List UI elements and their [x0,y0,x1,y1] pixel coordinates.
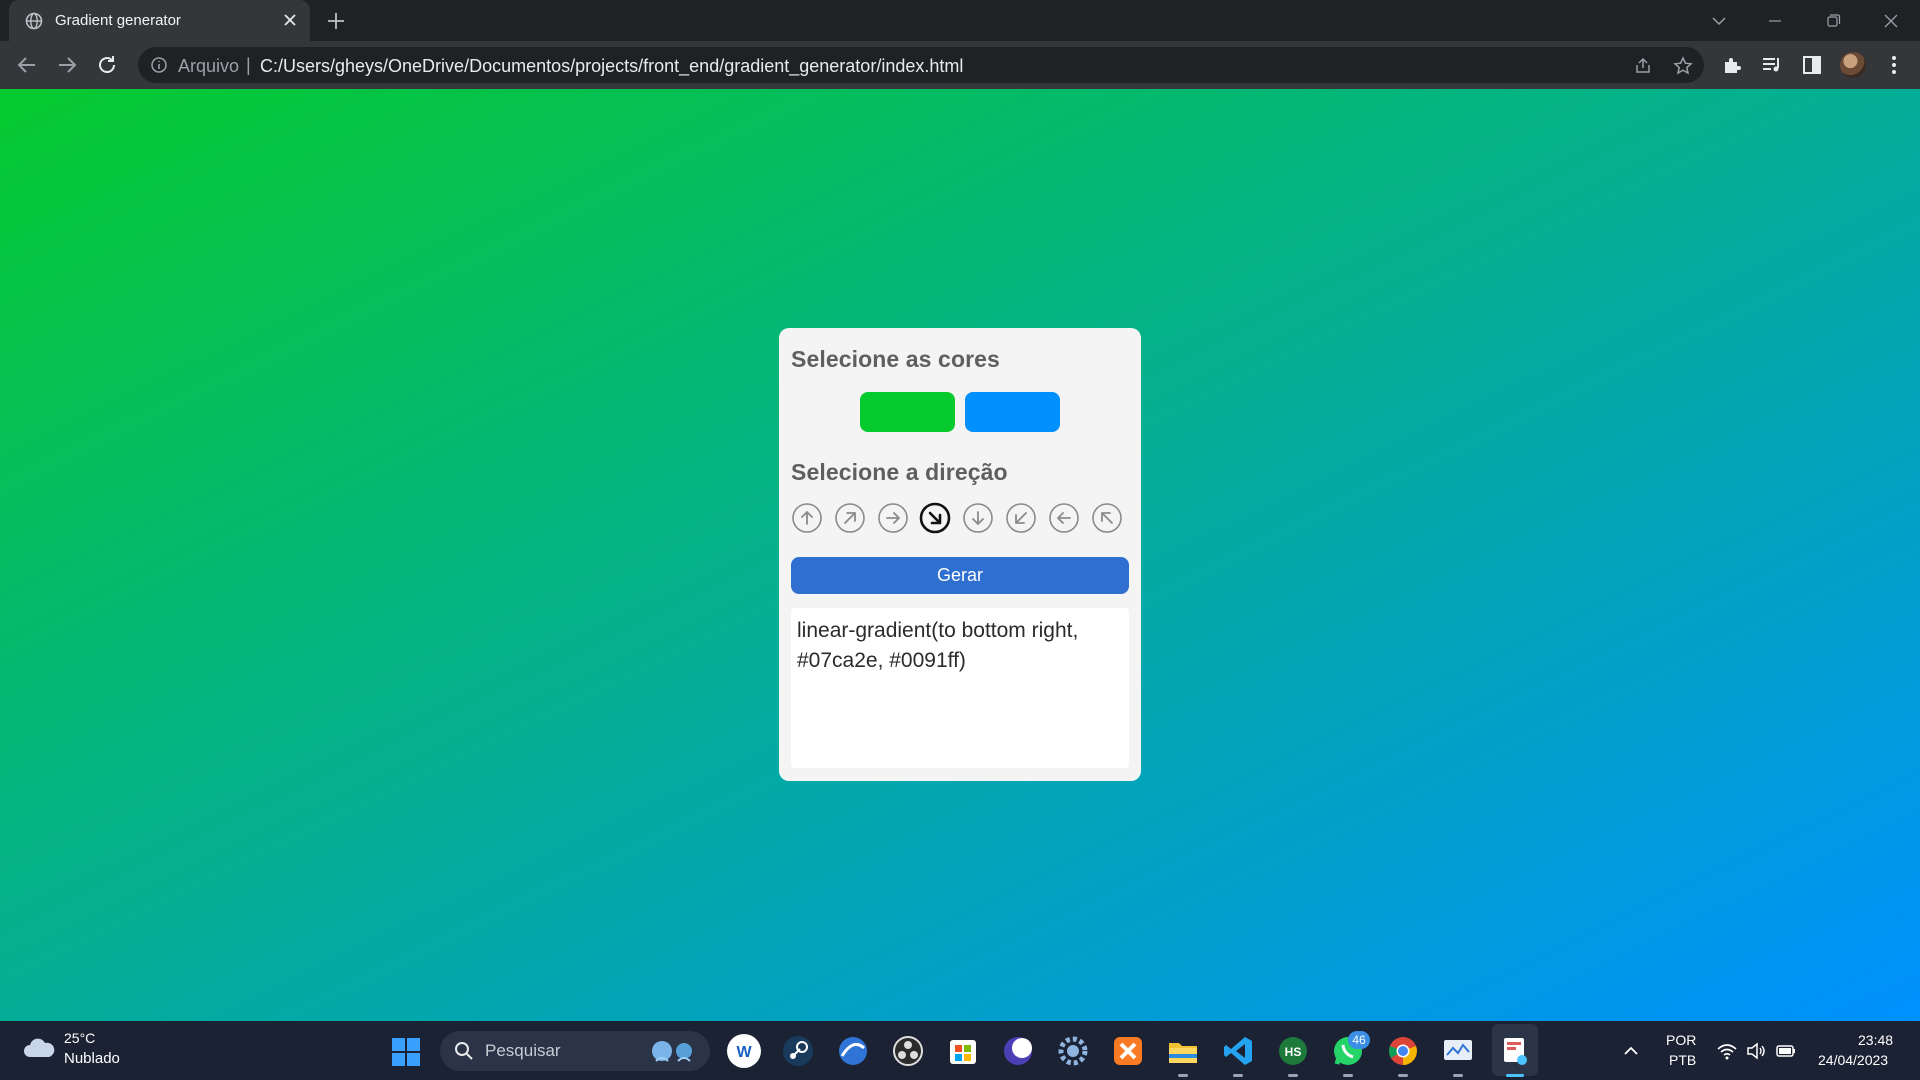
media-control-icon[interactable] [1760,53,1784,77]
bookmark-star-icon[interactable] [1673,56,1693,76]
whatsapp-badge: 46 [1348,1031,1370,1049]
keyboard-layout[interactable]: PTB [1669,1052,1696,1068]
app-monitor-icon[interactable] [1441,1034,1475,1068]
color-picker-2[interactable] [965,392,1060,432]
whatsapp-running-indicator [1343,1074,1353,1077]
page-viewport: Selecione as cores Selecione a direção G… [0,89,1920,1021]
direction-heading: Selecione a direção [791,459,1008,485]
side-panel-icon[interactable] [1800,53,1824,77]
arrow-down-icon[interactable] [962,502,994,534]
info-icon[interactable] [150,56,168,74]
app-settings-icon[interactable] [1056,1034,1090,1068]
arrow-left-icon[interactable] [1048,502,1080,534]
chrome-running-indicator [1398,1074,1408,1077]
windows-start-icon[interactable] [391,1037,421,1067]
new-tab-icon[interactable] [325,10,347,32]
forward-icon[interactable] [55,53,79,77]
menu-dots-icon[interactable] [1882,53,1906,77]
app-browser-icon[interactable] [836,1034,870,1068]
extensions-icon[interactable] [1720,53,1744,77]
app-eclipse-icon[interactable] [1001,1034,1035,1068]
arrow-up-left-icon[interactable] [1091,502,1123,534]
app-snipping-tool-icon[interactable] [1498,1034,1532,1068]
app-word-icon[interactable]: W [727,1034,761,1068]
globe-icon [25,12,43,30]
tab-strip: Gradient generator [0,0,1920,41]
tab-title: Gradient generator [55,12,181,29]
search-placeholder: Pesquisar [485,1041,561,1060]
wifi-icon[interactable] [1716,1040,1738,1062]
css-output[interactable]: linear-gradient(to bottom right, #07ca2e… [791,608,1129,768]
chevron-up-icon[interactable] [1620,1041,1642,1061]
colors-heading: Selecione as cores [791,346,1000,372]
color-picker-1[interactable] [860,392,955,432]
input-language[interactable]: POR [1666,1032,1696,1048]
search-highlight-icon [652,1041,692,1062]
generate-button[interactable]: Gerar [791,557,1129,594]
app-steam-icon[interactable] [781,1034,815,1068]
clock-date[interactable]: 24/04/2023 [1818,1052,1888,1068]
browser-tab[interactable]: Gradient generator [9,0,310,41]
vscode-running-indicator [1233,1074,1243,1077]
weather-description[interactable]: Nublado [64,1050,120,1067]
arrow-right-icon[interactable] [877,502,909,534]
snipping-running-indicator [1506,1074,1524,1077]
reload-icon[interactable] [95,53,119,77]
app-vscode-icon[interactable] [1221,1034,1255,1068]
close-window-icon[interactable] [1878,8,1904,34]
hs-running-indicator [1288,1074,1298,1077]
battery-icon[interactable] [1775,1040,1797,1062]
scheme-label: Arquivo [178,56,240,76]
explorer-running-indicator [1178,1074,1188,1077]
minimize-icon[interactable] [1762,8,1788,34]
volume-icon[interactable] [1745,1040,1767,1062]
arrow-up-icon[interactable] [791,502,823,534]
app-hs-icon[interactable]: HS [1276,1034,1310,1068]
back-icon[interactable] [15,53,39,77]
app-xampp-icon[interactable] [1111,1034,1145,1068]
arrow-down-left-icon[interactable] [1005,502,1037,534]
restore-icon[interactable] [1820,8,1846,34]
clock-time[interactable]: 23:48 [1858,1032,1893,1048]
weather-temperature[interactable]: 25°C [64,1030,95,1046]
address-bar[interactable]: Arquivo | C:/Users/gheys/OneDrive/Docume… [138,47,1704,83]
url-text[interactable]: C:/Users/gheys/OneDrive/Documentos/proje… [260,56,963,77]
url-separator: | [246,55,251,75]
arrow-up-right-icon[interactable] [834,502,866,534]
app-obs-icon[interactable] [891,1034,925,1068]
taskbar: 25°C Nublado Pesquisar W HS 46 POR PTB 2… [0,1021,1920,1080]
arrow-down-right-icon[interactable] [919,502,951,534]
taskbar-search[interactable]: Pesquisar [440,1031,710,1071]
close-tab-icon[interactable] [281,11,299,29]
cloud-icon[interactable] [22,1035,56,1061]
profile-avatar[interactable] [1840,52,1866,78]
app-store-icon[interactable] [946,1034,980,1068]
monitor-running-indicator [1453,1074,1463,1077]
app-chrome-icon[interactable] [1386,1034,1420,1068]
browser-toolbar: Arquivo | C:/Users/gheys/OneDrive/Docume… [0,41,1920,89]
search-icon [455,1042,473,1060]
share-icon[interactable] [1633,56,1653,76]
generator-card: Selecione as cores Selecione a direção G… [779,328,1141,781]
svg-text:W: W [736,1044,752,1061]
tab-search-icon[interactable] [1706,8,1732,34]
svg-text:HS: HS [1285,1045,1302,1059]
app-file-explorer-icon[interactable] [1166,1034,1200,1068]
direction-buttons [791,502,1129,536]
